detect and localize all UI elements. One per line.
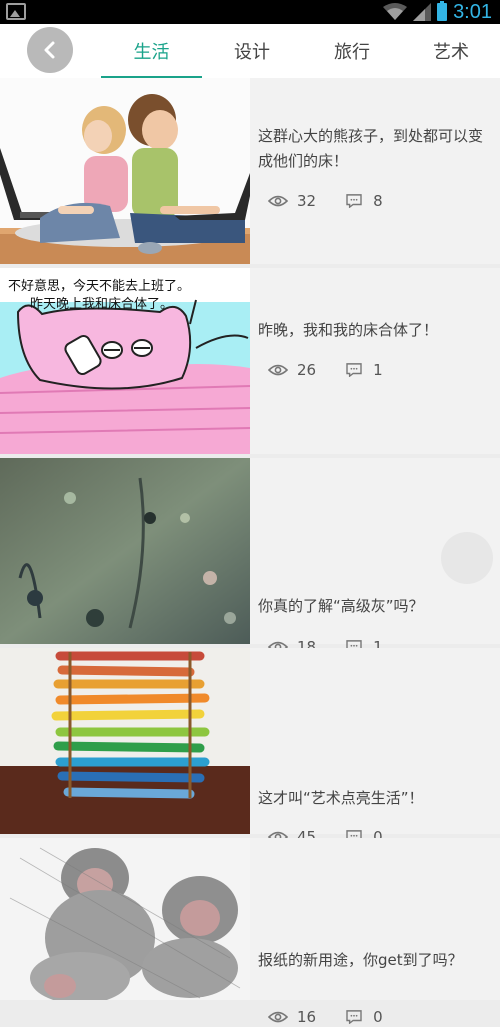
article-meta: 16 0 [268,1007,383,1027]
article-thumbnail [0,838,250,1000]
views-eye-icon [268,1011,288,1023]
list-item[interactable]: 报纸的新用途，你get到了吗？ 16 0 [0,838,500,1026]
article-thumbnail [0,458,250,644]
status-icons: 3:01 [383,0,492,24]
views-eye-icon [268,364,288,376]
image-caption-line1: 不好意思，今天不能去上班了。 [8,278,190,294]
back-button[interactable] [27,27,73,73]
wifi-icon [383,3,408,20]
article-title[interactable]: 报纸的新用途，你get到了吗？ [258,948,494,973]
article-title[interactable]: 这群心大的熊孩子，到处都可以变成他们的床！ [258,124,494,174]
category-tab-bar: 生活 设计 旅行 艺术 [0,24,500,78]
status-bar: 3:01 [0,0,500,24]
article-title[interactable]: 你真的了解“高级灰”吗？ [258,594,494,619]
article-thumbnail: 不好意思，今天不能去上班了。 昨天晚上我和床合体了。 [0,268,250,454]
cell-signal-icon [413,3,432,21]
comment-count: 1 [373,361,383,379]
list-item[interactable]: 你真的了解“高级灰”吗？ 18 1 [0,458,500,656]
comment-count: 8 [373,192,383,210]
list-item[interactable]: 不好意思，今天不能去上班了。 昨天晚上我和床合体了。 昨晚，我和我的床合体了！ … [0,268,500,454]
article-thumbnail [0,648,250,834]
comment-icon [346,363,362,377]
comment-icon [346,194,362,208]
article-meta: 26 1 [268,360,383,380]
article-title[interactable]: 这才叫“艺术点亮生活”！ [258,786,494,811]
article-title[interactable]: 昨晚，我和我的床合体了！ [258,318,494,343]
view-count: 26 [297,361,317,379]
battery-icon [437,1,448,21]
chevron-left-icon [44,41,55,59]
list-item[interactable]: 这才叫“艺术点亮生活”！ 45 0 [0,648,500,846]
view-count: 16 [297,1008,317,1026]
view-count: 32 [297,192,317,210]
image-icon [6,3,26,20]
views-eye-icon [268,195,288,207]
article-meta: 32 8 [268,191,383,211]
comment-icon [346,1010,362,1024]
comment-count: 0 [373,1008,383,1026]
list-item[interactable]: 这群心大的熊孩子，到处都可以变成他们的床！ 32 8 [0,78,500,264]
tab-art[interactable]: 艺术 [402,24,500,78]
tab-travel[interactable]: 旅行 [302,24,402,78]
article-thumbnail [0,78,250,264]
image-caption-line2: 昨天晚上我和床合体了。 [30,297,173,312]
tab-design[interactable]: 设计 [202,24,302,78]
status-clock: 3:01 [453,0,492,23]
touch-ripple [441,532,493,584]
tab-life[interactable]: 生活 [101,24,202,78]
